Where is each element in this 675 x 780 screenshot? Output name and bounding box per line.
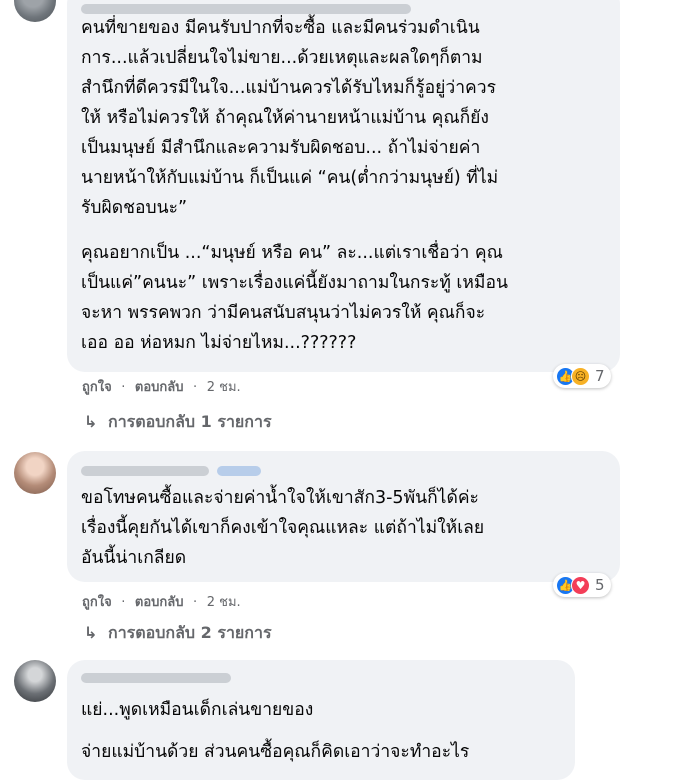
like-link[interactable]: ถูกใจ: [82, 591, 112, 612]
commenter-avatar[interactable]: [14, 0, 56, 22]
sad-icon: ☹: [571, 366, 590, 386]
love-icon: ♥: [571, 575, 590, 595]
comment-line: ให้ หรือไม่ควรให้ ถ้าคุณให้ค่านายหน้าแม่…: [81, 108, 489, 128]
comment-paragraph: แย่...พูดเหมือนเด็กเล่นขายของ: [81, 695, 313, 725]
reply-link[interactable]: ตอบกลับ: [135, 591, 184, 612]
comment-bubble: คนที่ขายของ มีคนรับปากที่จะซื้อ และมีคนร…: [67, 0, 620, 372]
author-badge-blurred: [217, 466, 261, 476]
reactions-summary[interactable]: 👍 ♥ 5: [553, 573, 611, 597]
separator: ·: [193, 380, 198, 395]
separator: ·: [121, 595, 126, 610]
replies-count-label: การตอบกลับ 2 รายการ: [108, 623, 272, 642]
reply-arrow-icon: ↳: [84, 412, 98, 431]
comment-line: แย่...พูดเหมือนเด็กเล่นขายของ: [81, 700, 314, 720]
reply-arrow-icon: ↳: [84, 623, 98, 642]
like-link[interactable]: ถูกใจ: [82, 376, 112, 397]
comment-line: เป็นแค่”คนนะ” เพราะเรื่องแค่นี้ยังมาถามใ…: [81, 273, 508, 293]
reaction-count: 7: [595, 367, 605, 385]
comment-bubble: แย่...พูดเหมือนเด็กเล่นขายของ จ่ายแม่บ้า…: [67, 660, 575, 780]
reply-link[interactable]: ตอบกลับ: [135, 376, 184, 397]
reactions-summary[interactable]: 👍 ☹ 7: [553, 364, 611, 388]
comment-paragraph: คนที่ขายของ มีคนรับปากที่จะซื้อ และมีคนร…: [81, 13, 498, 223]
reaction-count: 5: [595, 576, 605, 594]
comment-paragraph: คุณอยากเป็น ...“มนุษย์ หรือ คน” ละ...แต่…: [81, 238, 508, 358]
comment-line: ขอโทษคนซื้อและจ่ายค่าน้ำใจให้เขาสัก3-5พั…: [81, 488, 479, 508]
comment-line: เรื่องนี้คุยกันได้เขาก็คงเข้าใจคุณแหละ แ…: [81, 518, 485, 538]
comment-line: รับผิดชอบนะ”: [81, 198, 188, 218]
comment-actions: ถูกใจ · ตอบกลับ · 2 ชม.: [82, 376, 241, 397]
commenter-avatar[interactable]: [14, 452, 56, 494]
comment-bubble: ขอโทษคนซื้อและจ่ายค่าน้ำใจให้เขาสัก3-5พั…: [67, 451, 620, 582]
view-replies-link[interactable]: ↳ การตอบกลับ 2 รายการ: [84, 621, 272, 646]
comment-line: เป็นมนุษย์ มีสำนึกและความรับผิดชอบ... ถ้…: [81, 138, 481, 158]
commenter-name-blurred[interactable]: [81, 673, 231, 683]
comment-actions: ถูกใจ · ตอบกลับ · 2 ชม.: [82, 591, 241, 612]
replies-count-label: การตอบกลับ 1 รายการ: [108, 412, 272, 431]
comment-line: นายหน้าให้กับแม่บ้าน ก็เป็นแค่ “คน(ต่ำกว…: [81, 168, 499, 188]
separator: ·: [193, 595, 198, 610]
comment-timestamp[interactable]: 2 ชม.: [207, 591, 241, 612]
commenter-name-blurred[interactable]: [81, 466, 209, 476]
comment-line: เออ ออ ห่อหมก ไม่จ่ายไหม...??????: [81, 333, 357, 353]
comment-line: จะหา พรรคพวก ว่ามีคนสนับสนุนว่าไม่ควรให้…: [81, 303, 486, 323]
comment-paragraph: ขอโทษคนซื้อและจ่ายค่าน้ำใจให้เขาสัก3-5พั…: [81, 483, 484, 573]
separator: ·: [121, 380, 126, 395]
comment-paragraph: จ่ายแม่บ้านด้วย ส่วนคนซื้อคุณก็คิดเอาว่า…: [81, 737, 469, 767]
comment-line: คุณอยากเป็น ...“มนุษย์ หรือ คน” ละ...แต่…: [81, 243, 503, 263]
comment-timestamp[interactable]: 2 ชม.: [207, 376, 241, 397]
view-replies-link[interactable]: ↳ การตอบกลับ 1 รายการ: [84, 410, 272, 435]
commenter-avatar[interactable]: [14, 660, 56, 702]
comment-line: อันนี้น่าเกลียด: [81, 548, 187, 568]
comment-line: จ่ายแม่บ้านด้วย ส่วนคนซื้อคุณก็คิดเอาว่า…: [81, 742, 470, 762]
comment-line: การ...แล้วเปลี่ยนใจไม่ขาย...ด้วยเหตุและผ…: [81, 48, 483, 68]
comment-line: สำนึกที่ดีควรมีในใจ...แม่บ้านควรได้รับไห…: [81, 78, 496, 98]
comment-line: คนที่ขายของ มีคนรับปากที่จะซื้อ และมีคนร…: [81, 18, 480, 38]
